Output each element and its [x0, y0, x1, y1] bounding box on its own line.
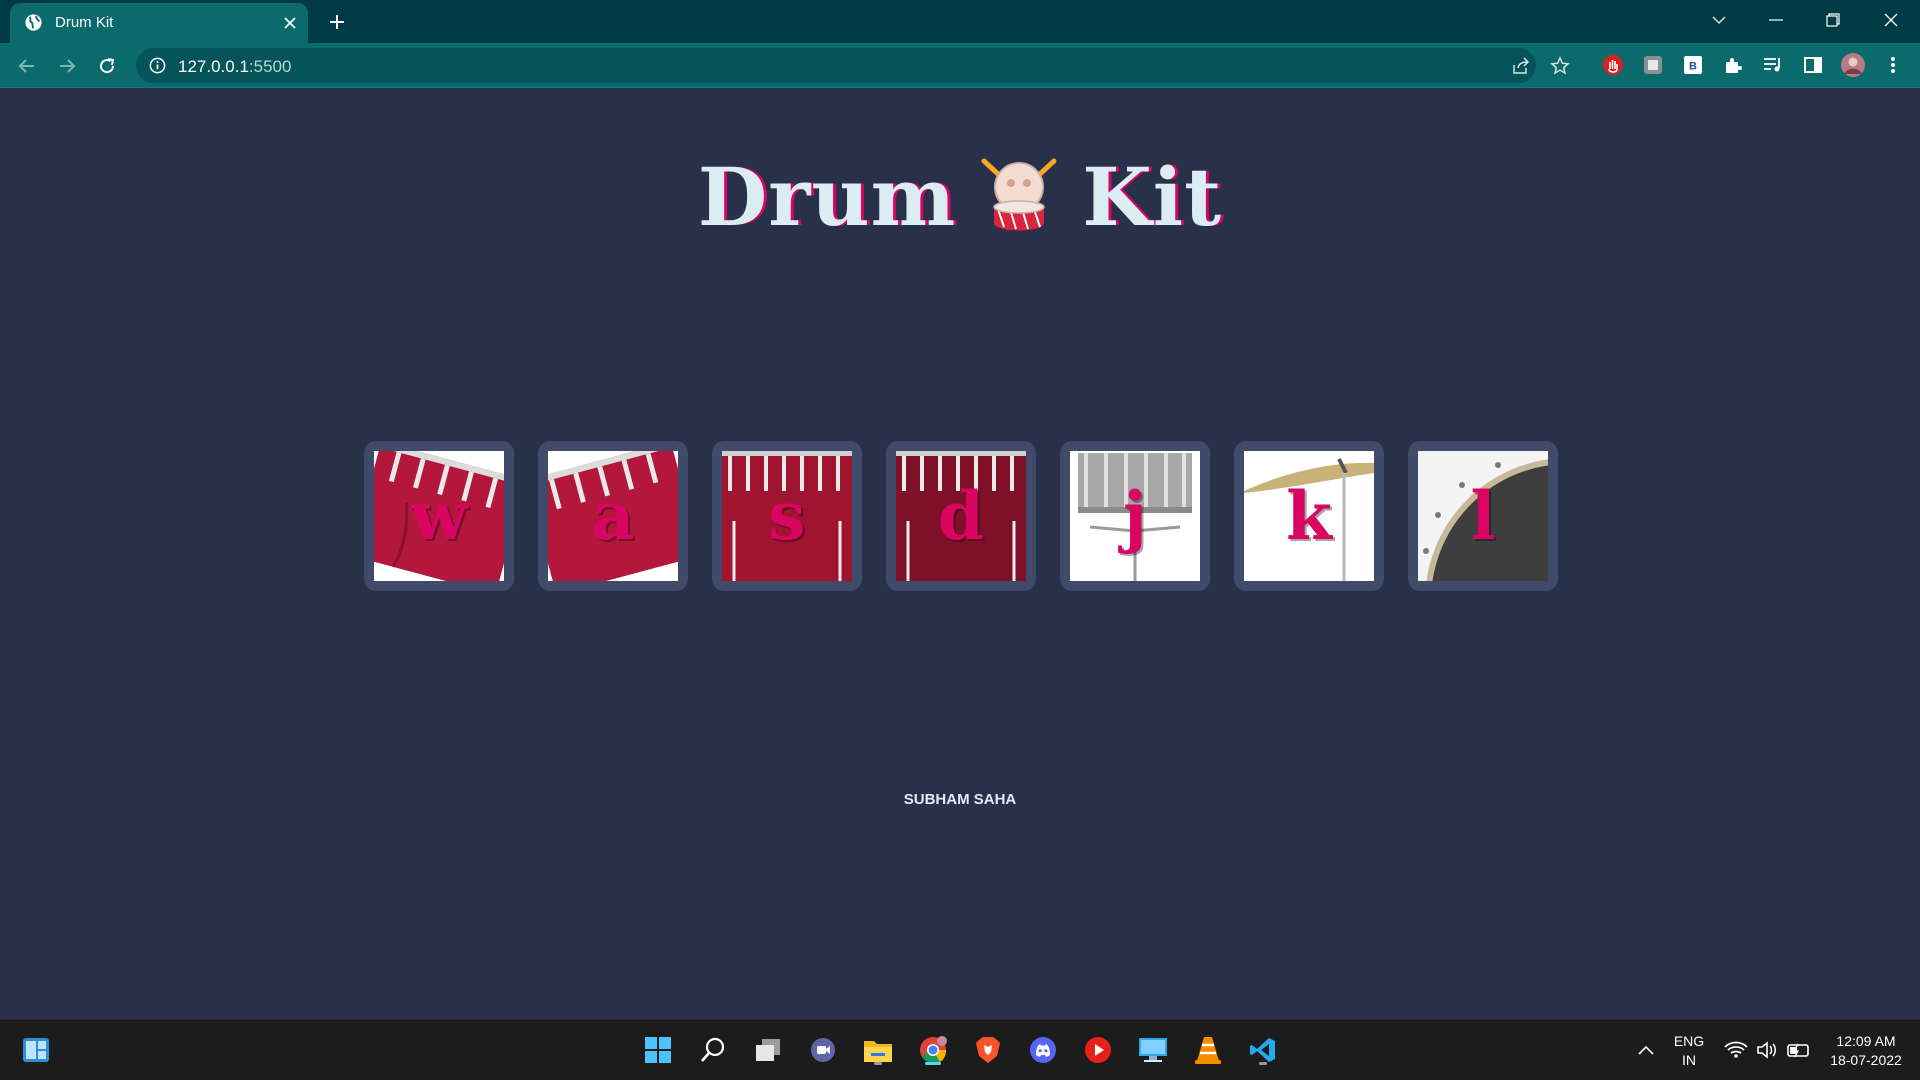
media-control-icon[interactable]: [1761, 53, 1785, 77]
key-letter: l: [1470, 477, 1496, 555]
youtube-music-icon[interactable]: [1080, 1032, 1116, 1068]
remote-desktop-icon[interactable]: [1135, 1032, 1171, 1068]
chrome-icon[interactable]: [915, 1032, 951, 1068]
browser-tab[interactable]: Drum Kit: [10, 3, 308, 43]
taskbar: ENG IN 12:09 AM 18-07-2022: [0, 1019, 1920, 1080]
key-letter: j: [1123, 477, 1147, 555]
browser-tab-strip: Drum Kit: [0, 0, 1920, 43]
drum-key-w[interactable]: w: [364, 441, 514, 591]
browser-toolbar: 127.0.0.1:5500 B: [0, 43, 1920, 88]
vlc-icon[interactable]: [1190, 1032, 1226, 1068]
teams-chat-icon[interactable]: [805, 1032, 841, 1068]
key-letter: d: [937, 477, 985, 555]
close-tab-icon[interactable]: [280, 13, 300, 33]
footer-author: SUBHAM SAHA: [903, 791, 1017, 808]
restore-button[interactable]: [1816, 6, 1850, 34]
title-word-kit: Kit: [1082, 150, 1223, 244]
page-title: Drum Kit: [0, 149, 1920, 244]
minimize-button[interactable]: [1759, 6, 1793, 34]
quick-settings[interactable]: [1718, 1032, 1818, 1068]
bookmark-star-icon[interactable]: [1549, 55, 1571, 77]
clock-date: 18-07-2022: [1830, 1052, 1902, 1068]
show-hidden-icons-chevron-icon[interactable]: [1628, 1032, 1664, 1068]
svg-text:B: B: [1689, 61, 1697, 73]
wifi-volume-battery-icon: [1724, 1041, 1809, 1059]
drum-set: w a s d j k l: [364, 441, 1558, 591]
extensions-puzzle-icon[interactable]: [1721, 53, 1745, 77]
drum-key-a[interactable]: a: [538, 441, 688, 591]
brave-icon[interactable]: [970, 1032, 1006, 1068]
key-letter: a: [591, 477, 635, 555]
tab-title: Drum Kit: [55, 14, 114, 31]
clock[interactable]: 12:09 AM 18-07-2022: [1818, 1032, 1914, 1070]
drum-key-j[interactable]: j: [1060, 441, 1210, 591]
back-button[interactable]: [12, 51, 42, 81]
drum-key-s[interactable]: s: [712, 441, 862, 591]
browser-menu-icon[interactable]: [1881, 53, 1905, 77]
key-letter: w: [410, 477, 468, 555]
profile-avatar[interactable]: [1841, 53, 1865, 77]
key-letter: s: [768, 477, 806, 555]
start-icon[interactable]: [640, 1032, 676, 1068]
tom-1-image: w: [374, 451, 504, 581]
crash-cymbal-image: k: [1244, 451, 1374, 581]
widgets-icon[interactable]: [18, 1032, 54, 1068]
site-info-icon[interactable]: [148, 56, 167, 75]
forward-button[interactable]: [52, 51, 82, 81]
key-letter: k: [1286, 477, 1332, 555]
new-tab-button[interactable]: [324, 9, 350, 35]
title-word-drum: Drum: [697, 150, 957, 244]
address-bar[interactable]: 127.0.0.1:5500: [136, 48, 1570, 83]
language-indicator[interactable]: ENG IN: [1664, 1032, 1714, 1070]
vscode-icon[interactable]: [1245, 1032, 1281, 1068]
tom-3-image: s: [722, 451, 852, 581]
drum-key-k[interactable]: k: [1234, 441, 1384, 591]
reload-button[interactable]: [92, 51, 122, 81]
drum-key-l[interactable]: l: [1408, 441, 1558, 591]
globe-icon: [25, 14, 42, 31]
tom-4-image: d: [896, 451, 1026, 581]
extension-hand-icon[interactable]: [1601, 53, 1625, 77]
close-window-button[interactable]: [1874, 6, 1908, 34]
extension-cards-icon[interactable]: [1641, 53, 1665, 77]
share-icon[interactable]: [1510, 55, 1532, 77]
side-panel-icon[interactable]: [1801, 53, 1825, 77]
search-icon[interactable]: [695, 1032, 731, 1068]
kick-drum-image: l: [1418, 451, 1548, 581]
drummer-drum-icon: [981, 158, 1057, 231]
drum-key-d[interactable]: d: [886, 441, 1036, 591]
snare-image: j: [1070, 451, 1200, 581]
extension-b-icon[interactable]: B: [1681, 53, 1705, 77]
task-view-icon[interactable]: [750, 1032, 786, 1068]
file-explorer-icon[interactable]: [860, 1032, 896, 1068]
tab-search-icon[interactable]: [1702, 6, 1736, 34]
tom-2-image: a: [548, 451, 678, 581]
url-text[interactable]: 127.0.0.1:5500: [178, 57, 291, 77]
page-content: Drum Kit w a s d j k l SUBHAM SAHA: [0, 89, 1920, 1019]
clock-time: 12:09 AM: [1836, 1033, 1896, 1049]
discord-icon[interactable]: [1025, 1032, 1061, 1068]
